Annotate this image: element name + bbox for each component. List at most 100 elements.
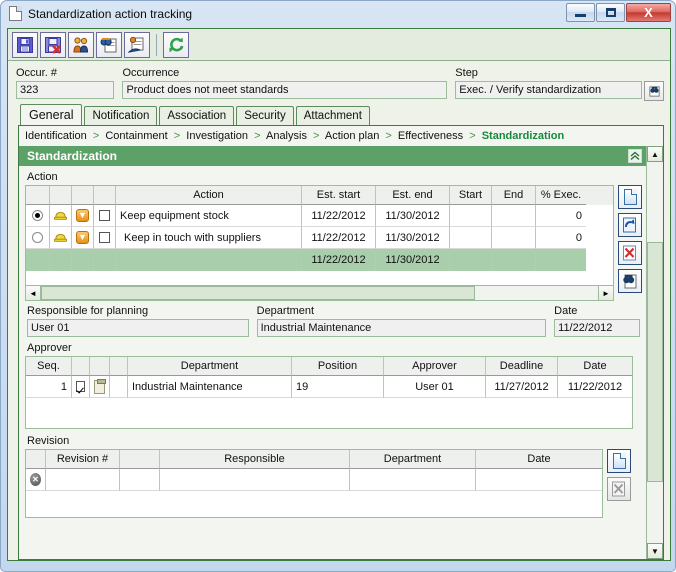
scroll-up-button[interactable]: ▲ — [647, 146, 663, 162]
panel-header: Standardization — [19, 146, 646, 166]
occurrence-label: Occurrence — [122, 67, 180, 79]
delete-circle-icon[interactable]: ✕ — [30, 473, 41, 486]
occurrence-number-label: Occur. # — [16, 67, 57, 79]
step-lookup-button[interactable] — [644, 81, 664, 101]
row-department-cell: Industrial Maintenance — [128, 376, 292, 398]
row-select-cell[interactable] — [26, 227, 50, 249]
scroll-thumb[interactable] — [647, 242, 663, 482]
panel-vertical-scrollbar[interactable]: ▲ ▼ — [646, 146, 663, 559]
col-date: Date — [476, 450, 602, 469]
table-row[interactable]: ▼ Keep equipment stock 11/22/2012 11/30/… — [26, 205, 613, 227]
hardhat-icon — [54, 234, 67, 242]
col-department: Department — [128, 357, 292, 376]
breadcrumb-item-analysis[interactable]: Analysis — [266, 130, 307, 142]
breadcrumb-item-effectiveness[interactable]: Effectiveness — [398, 130, 463, 142]
tab-security[interactable]: Security — [236, 106, 294, 125]
tab-notification[interactable]: Notification — [84, 106, 158, 125]
save-and-close-button[interactable] — [40, 31, 66, 58]
row-date-cell: 11/22/2012 — [558, 376, 632, 398]
date-field[interactable]: 11/22/2012 — [554, 319, 640, 337]
row-select-cell[interactable] — [26, 205, 50, 227]
checkbox-icon[interactable] — [99, 210, 110, 221]
delete-revision-button[interactable] — [607, 477, 631, 501]
action-horizontal-scrollbar[interactable]: ◄ ► — [25, 286, 614, 301]
row-position-cell: 19 — [292, 376, 384, 398]
breadcrumb-item-standardization[interactable]: Standardization — [482, 130, 565, 142]
checkbox-icon[interactable] — [99, 232, 110, 243]
responsible-field[interactable]: User 01 — [27, 319, 249, 337]
panel-title: Standardization — [27, 149, 118, 163]
row-deadline-cell: 11/27/2012 — [486, 376, 558, 398]
panel-content: Action Action Est. start Est. end Start … — [19, 166, 646, 559]
tab-general[interactable]: General — [20, 104, 83, 125]
row-note-cell[interactable] — [90, 376, 110, 398]
checkbox-icon[interactable] — [76, 381, 85, 392]
col-start: Start — [450, 186, 492, 205]
hardhat-icon — [54, 212, 67, 220]
row-extra-cell — [110, 376, 128, 398]
breadcrumb-item-identification[interactable]: Identification — [25, 130, 87, 142]
breadcrumb-item-containment[interactable]: Containment — [105, 130, 167, 142]
occurrence-number-field[interactable]: 323 — [16, 81, 115, 99]
breadcrumb-separator: > — [385, 130, 392, 142]
row-flag-cell[interactable] — [94, 205, 116, 227]
scroll-track[interactable] — [41, 286, 598, 300]
clipboard-icon[interactable] — [94, 378, 106, 394]
team-button[interactable] — [68, 31, 94, 58]
send-button[interactable] — [124, 31, 150, 58]
tab-attachment[interactable]: Attachment — [295, 106, 370, 125]
occurrence-number-group: Occur. # 323 — [16, 67, 115, 101]
revision-grid: Revision # Responsible Department Date ✕ — [25, 449, 603, 518]
row-est-start-cell: 11/22/2012 — [302, 205, 376, 227]
col-row-action — [26, 450, 46, 469]
save-close-icon — [45, 36, 61, 54]
step-group: Step Exec. / Verify standardization — [455, 67, 664, 101]
delete-action-button[interactable] — [618, 241, 642, 265]
total-select-cell — [26, 249, 50, 271]
row-type-cell — [50, 205, 72, 227]
scroll-track[interactable] — [647, 162, 663, 543]
table-row[interactable]: 1 Industrial Maintenance 19 User 01 11/2… — [26, 376, 632, 398]
breadcrumb-item-investigation[interactable]: Investigation — [186, 130, 248, 142]
col-responsible: Responsible — [160, 450, 350, 469]
table-row[interactable]: ✕ — [26, 469, 602, 491]
action-grid: Action Est. start Est. end Start End % E… — [25, 185, 614, 286]
row-approved-cell[interactable] — [72, 376, 90, 398]
scroll-right-button[interactable]: ► — [598, 286, 613, 300]
row-flag-cell[interactable] — [94, 227, 116, 249]
total-action-cell — [116, 249, 302, 271]
tab-association[interactable]: Association — [159, 106, 235, 125]
scroll-left-button[interactable]: ◄ — [26, 286, 41, 300]
row-delete-cell[interactable]: ✕ — [26, 469, 46, 491]
refresh-button[interactable] — [163, 31, 189, 58]
scroll-down-button[interactable]: ▼ — [647, 543, 663, 559]
minimize-button[interactable] — [566, 3, 595, 22]
document-icon — [9, 6, 22, 21]
collapse-icon[interactable] — [628, 149, 642, 163]
date-label: Date — [554, 305, 578, 317]
department-label: Department — [256, 305, 315, 317]
scroll-thumb[interactable] — [41, 286, 476, 300]
maximize-button[interactable] — [596, 3, 625, 22]
row-responsible-cell — [160, 469, 350, 491]
close-button[interactable]: X — [626, 3, 671, 22]
breadcrumb-separator: > — [173, 130, 181, 142]
occurrence-field[interactable]: Product does not meet standards — [122, 81, 448, 99]
find-document-button[interactable] — [96, 31, 122, 58]
breadcrumb-separator: > — [92, 130, 100, 142]
action-grid-header: Action Est. start Est. end Start End % E… — [26, 186, 613, 205]
edit-action-button[interactable] — [618, 213, 642, 237]
tab-bar: General Notification Association Securit… — [8, 104, 670, 125]
new-action-button[interactable] — [618, 185, 642, 209]
search-action-button[interactable] — [618, 269, 642, 293]
save-button[interactable] — [12, 31, 38, 58]
radio-button-icon[interactable] — [32, 210, 43, 221]
action-empty-row — [26, 271, 613, 285]
window-title: Standardization action tracking — [28, 6, 193, 21]
new-revision-button[interactable] — [607, 449, 631, 473]
radio-button-icon[interactable] — [32, 232, 43, 243]
step-field[interactable]: Exec. / Verify standardization — [455, 81, 642, 99]
table-row[interactable]: ▼ Keep in touch with suppliers 11/22/201… — [26, 227, 613, 249]
breadcrumb-item-action-plan[interactable]: Action plan — [325, 130, 379, 142]
department-field[interactable]: Industrial Maintenance — [256, 319, 547, 337]
